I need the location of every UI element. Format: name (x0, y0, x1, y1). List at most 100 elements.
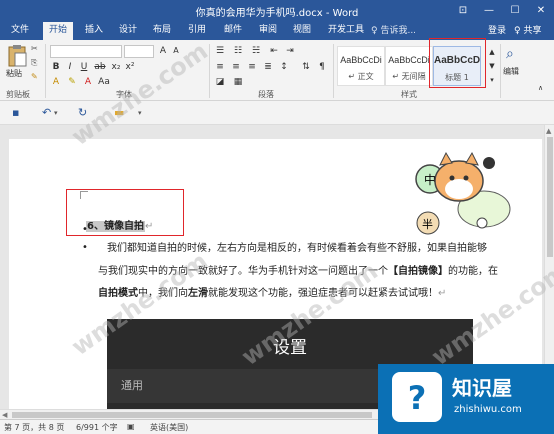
style-normal[interactable]: AaBbCcDi ↵ 正文 (337, 46, 385, 86)
tab-file[interactable]: 文件 (11, 23, 29, 40)
cut-icon[interactable]: ✂ (31, 44, 38, 53)
tell-me-search[interactable]: ♀ 告诉我... (371, 23, 416, 36)
word-window: 你真的会用华为手机吗.docx - Word ⊡ — ☐ ✕ 文件 开始 插入 … (0, 0, 554, 434)
scroll-left-arrow-icon[interactable]: ◀ (2, 411, 7, 419)
paragraph-group-label: 段落 (258, 90, 274, 99)
line-spacing-icon[interactable]: ↕ (278, 61, 290, 73)
tab-developer[interactable]: 开发工具 (328, 23, 364, 40)
paragraph-bullet: • (82, 242, 88, 253)
proofing-icon[interactable]: ▣ (127, 422, 135, 431)
styles-group-label: 样式 (401, 90, 417, 99)
tab-review[interactable]: 审阅 (259, 23, 277, 40)
multilevel-list-icon[interactable]: ☵ (250, 45, 262, 57)
style-no-spacing-name: ↵ 无间隔 (392, 72, 426, 81)
italic-button[interactable]: I (64, 61, 76, 73)
style-normal-name: ↵ 正文 (348, 72, 374, 81)
numbering-icon[interactable]: ☷ (232, 45, 244, 57)
paste-icon[interactable] (4, 44, 30, 70)
login-link[interactable]: 登录 (488, 23, 506, 36)
minimize-button[interactable]: — (476, 0, 502, 20)
undo-dropdown-icon[interactable]: ▾ (54, 109, 58, 117)
show-marks-icon[interactable]: ¶ (316, 61, 328, 73)
save-icon[interactable]: ▪ (12, 106, 19, 119)
decrease-indent-icon[interactable]: ⇤ (268, 45, 280, 57)
maximize-button[interactable]: ☐ (502, 0, 528, 20)
quick-access-toolbar: ▪ ↶ ▾ ↻ ▬ ▾ (0, 101, 554, 125)
page-count[interactable]: 第 7 页，共 8 页 (4, 422, 64, 433)
close-button[interactable]: ✕ (528, 0, 554, 20)
share-button[interactable]: ♀ 共享 (514, 23, 541, 36)
sort-icon[interactable]: ⇅ (300, 61, 312, 73)
highlight-box-style (429, 38, 486, 88)
format-painter-icon[interactable]: ✎ (31, 72, 38, 81)
superscript-button[interactable]: x² (124, 61, 136, 73)
subscript-button[interactable]: x₂ (110, 61, 122, 73)
paste-button-label[interactable]: 粘贴 (6, 68, 22, 79)
svg-text:半: 半 (422, 217, 433, 231)
line-3-mark: ↵ (438, 288, 447, 299)
font-name-combobox[interactable] (50, 45, 122, 58)
badge-url: zhishiwu.com (454, 404, 522, 415)
text-effects-icon[interactable]: A (50, 76, 62, 88)
tab-home[interactable]: 开始 (43, 22, 74, 40)
increase-indent-icon[interactable]: ⇥ (284, 45, 296, 57)
phone-general-item: 通用 (121, 379, 143, 392)
cat-illustration: 中 半 (404, 151, 514, 241)
badge-name: 知识屋 (452, 376, 512, 400)
collapse-ribbon-icon[interactable]: ∧ (538, 84, 543, 92)
tab-references[interactable]: 引用 (188, 23, 206, 40)
font-group-label: 字体 (116, 90, 132, 99)
tab-insert[interactable]: 插入 (85, 23, 103, 40)
horizontal-scroll-thumb[interactable] (12, 412, 372, 418)
strikethrough-button[interactable]: ab (94, 61, 106, 73)
language-indicator[interactable]: 英语(美国) (150, 422, 188, 433)
clipboard-group-label: 剪贴板 (6, 90, 30, 99)
underline-button[interactable]: U (78, 61, 90, 73)
copy-icon[interactable]: ⎘ (31, 58, 37, 68)
line-2-text: 与我们现实中的方向一致就好了。华为手机针对这一问题出了一个 (98, 266, 388, 277)
styles-scroll-down-icon[interactable]: ▼ (486, 60, 498, 72)
tab-design[interactable]: 设计 (119, 23, 137, 40)
bullets-icon[interactable]: ☰ (214, 45, 226, 57)
shrink-font-icon[interactable]: A (170, 45, 182, 57)
ribbon-display-button[interactable]: ⊡ (450, 0, 476, 20)
ribbon-home: 粘贴 ✂ ⎘ ✎ 剪贴板 A A B I U ab x₂ x² A ✎ A Aa… (0, 38, 554, 101)
tab-layout[interactable]: 布局 (153, 23, 171, 40)
tab-view[interactable]: 视图 (293, 23, 311, 40)
tab-mailings[interactable]: 邮件 (224, 23, 242, 40)
svg-text:中: 中 (424, 172, 436, 187)
line-2-bold: 【自拍镜像】 (388, 266, 448, 277)
align-right-icon[interactable]: ≡ (246, 61, 258, 73)
font-size-combobox[interactable] (124, 45, 154, 58)
grow-font-icon[interactable]: A (157, 45, 169, 57)
style-no-spacing[interactable]: AaBbCcDi ↵ 无间隔 (385, 46, 433, 86)
borders-icon[interactable]: ▦ (232, 76, 244, 88)
line-3-bold-2: 左滑 (188, 288, 208, 299)
line-3-bold: 自拍模式 (98, 288, 138, 299)
bold-button[interactable]: B (50, 61, 62, 73)
zhishiwu-badge: ? 知识屋 zhishiwu.com (378, 364, 554, 434)
word-count[interactable]: 6/991 个字 (76, 422, 118, 433)
paragraph-line-1: 我们都知道自拍的时候，左右方向是相反的，有时候看着会有些不舒服，如果自拍能够 (107, 243, 487, 254)
align-center-icon[interactable]: ≡ (230, 61, 242, 73)
shading-icon[interactable]: ◪ (214, 76, 226, 88)
title-bar: 你真的会用华为手机吗.docx - Word ⊡ — ☐ ✕ (0, 0, 554, 20)
open-folder-icon[interactable]: ▬ (114, 106, 124, 119)
redo-icon[interactable]: ↻ (78, 106, 87, 119)
undo-icon[interactable]: ↶ (42, 106, 51, 119)
line-3-text: 中，我们向 (138, 288, 188, 299)
heading-bullet: • (82, 224, 88, 235)
justify-icon[interactable]: ≣ (262, 61, 274, 73)
styles-more-icon[interactable]: ▾ (486, 74, 498, 86)
customize-qat-icon[interactable]: ▾ (138, 109, 142, 117)
font-color-icon[interactable]: A (82, 76, 94, 88)
scroll-up-arrow-icon[interactable]: ▲ (546, 127, 551, 135)
styles-scroll-up-icon[interactable]: ▲ (486, 46, 498, 58)
align-left-icon[interactable]: ≡ (214, 61, 226, 73)
editing-button[interactable]: 编辑 (503, 66, 519, 77)
find-icon[interactable]: ⌕ (506, 46, 514, 62)
highlight-icon[interactable]: ✎ (66, 76, 78, 88)
line-2-text-end: 的功能，在 (448, 266, 498, 277)
change-case-icon[interactable]: Aa (98, 76, 110, 88)
vertical-scroll-thumb[interactable] (547, 137, 553, 257)
